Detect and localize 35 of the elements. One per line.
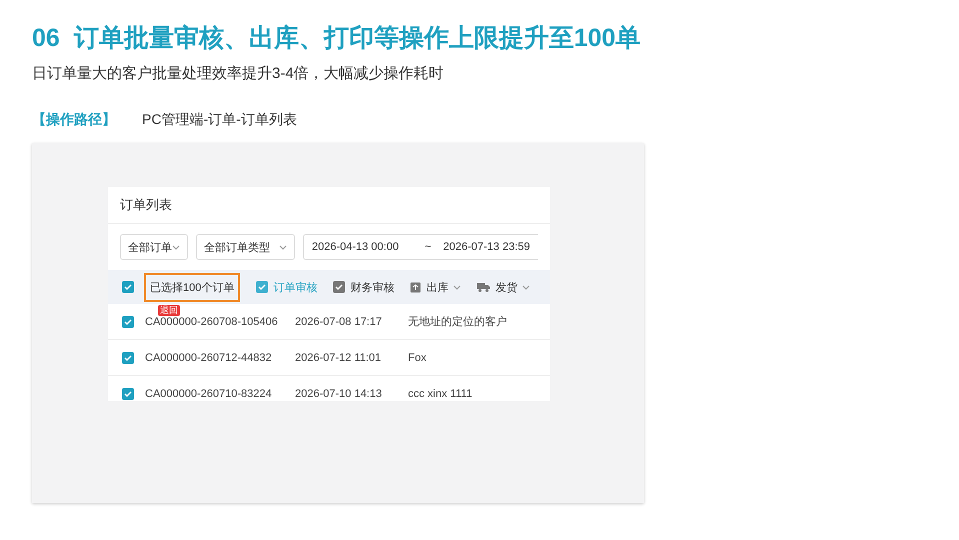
filter-select[interactable]: 全部订单类型 (196, 234, 295, 260)
customer-name: 无地址的定位的客户 (408, 314, 507, 329)
caret-icon (172, 244, 180, 250)
filter-select[interactable]: 全部订单 (120, 234, 188, 260)
customer-name: Fox (408, 352, 426, 364)
path-label: 【操作路径】 (32, 111, 116, 129)
customer-name: ccc xinx 1111 (408, 388, 472, 400)
date-range-field[interactable]: 2026-04-13 00:00 ~ 2026-07-13 23:59 (302, 234, 538, 260)
toolbar-action[interactable]: 出库 (410, 280, 462, 294)
order-time: 2026-07-08 17:17 (295, 316, 383, 328)
card-title: 订单列表 (108, 187, 550, 224)
toolbar-action[interactable]: 发货 (477, 280, 530, 294)
subtitle: 日订单量大的客户批量处理效率提升3-4倍，大幅减少操作耗时 (32, 64, 445, 83)
check-icon (124, 390, 132, 398)
section-title: 订单批量审核、出库、打印等操作上限提升至100单 (74, 23, 641, 54)
order-time: 2026-07-10 14:13 (295, 388, 383, 400)
selection-count: 已选择100个订单 (144, 272, 240, 302)
status-tag: 退回 (158, 305, 180, 316)
order-time: 2026-07-12 11:01 (295, 352, 382, 364)
box-icon (410, 282, 422, 292)
section-number: 06 (32, 23, 60, 54)
order-number: CA000000-260708-105406 (145, 316, 279, 328)
row-checkbox[interactable] (122, 316, 134, 328)
check-icon (124, 283, 132, 291)
select-all-checkbox[interactable] (122, 281, 134, 293)
toolbar-action[interactable]: 财务审核 (333, 280, 394, 294)
order-number: CA000000-260710-83224 (145, 388, 273, 400)
row-checkbox[interactable] (122, 388, 134, 400)
caret-icon (278, 244, 287, 250)
path-value: PC管理端-订单-订单列表 (142, 111, 297, 129)
row-checkbox[interactable] (122, 352, 134, 364)
check-icon (124, 318, 132, 326)
truck-icon (477, 282, 490, 292)
check-icon (124, 354, 132, 362)
order-number: CA000000-260712-44832 (145, 352, 273, 364)
